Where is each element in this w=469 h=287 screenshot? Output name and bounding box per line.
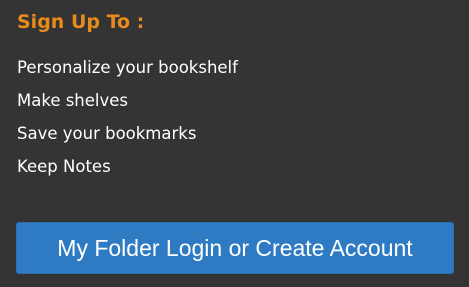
signup-title: Sign Up To : <box>17 11 145 33</box>
benefit-keep-notes: Keep Notes <box>17 157 111 176</box>
benefit-personalize-bookshelf: Personalize your bookshelf <box>17 58 238 77</box>
login-or-create-account-label: My Folder Login or Create Account <box>57 234 413 261</box>
benefit-make-shelves: Make shelves <box>17 91 129 110</box>
benefits-list: Personalize your bookshelf Make shelves … <box>17 58 238 192</box>
login-or-create-account-button[interactable]: My Folder Login or Create Account <box>16 222 454 274</box>
benefit-save-bookmarks: Save your bookmarks <box>17 124 197 143</box>
signup-panel: Sign Up To : Personalize your bookshelf … <box>0 0 469 287</box>
